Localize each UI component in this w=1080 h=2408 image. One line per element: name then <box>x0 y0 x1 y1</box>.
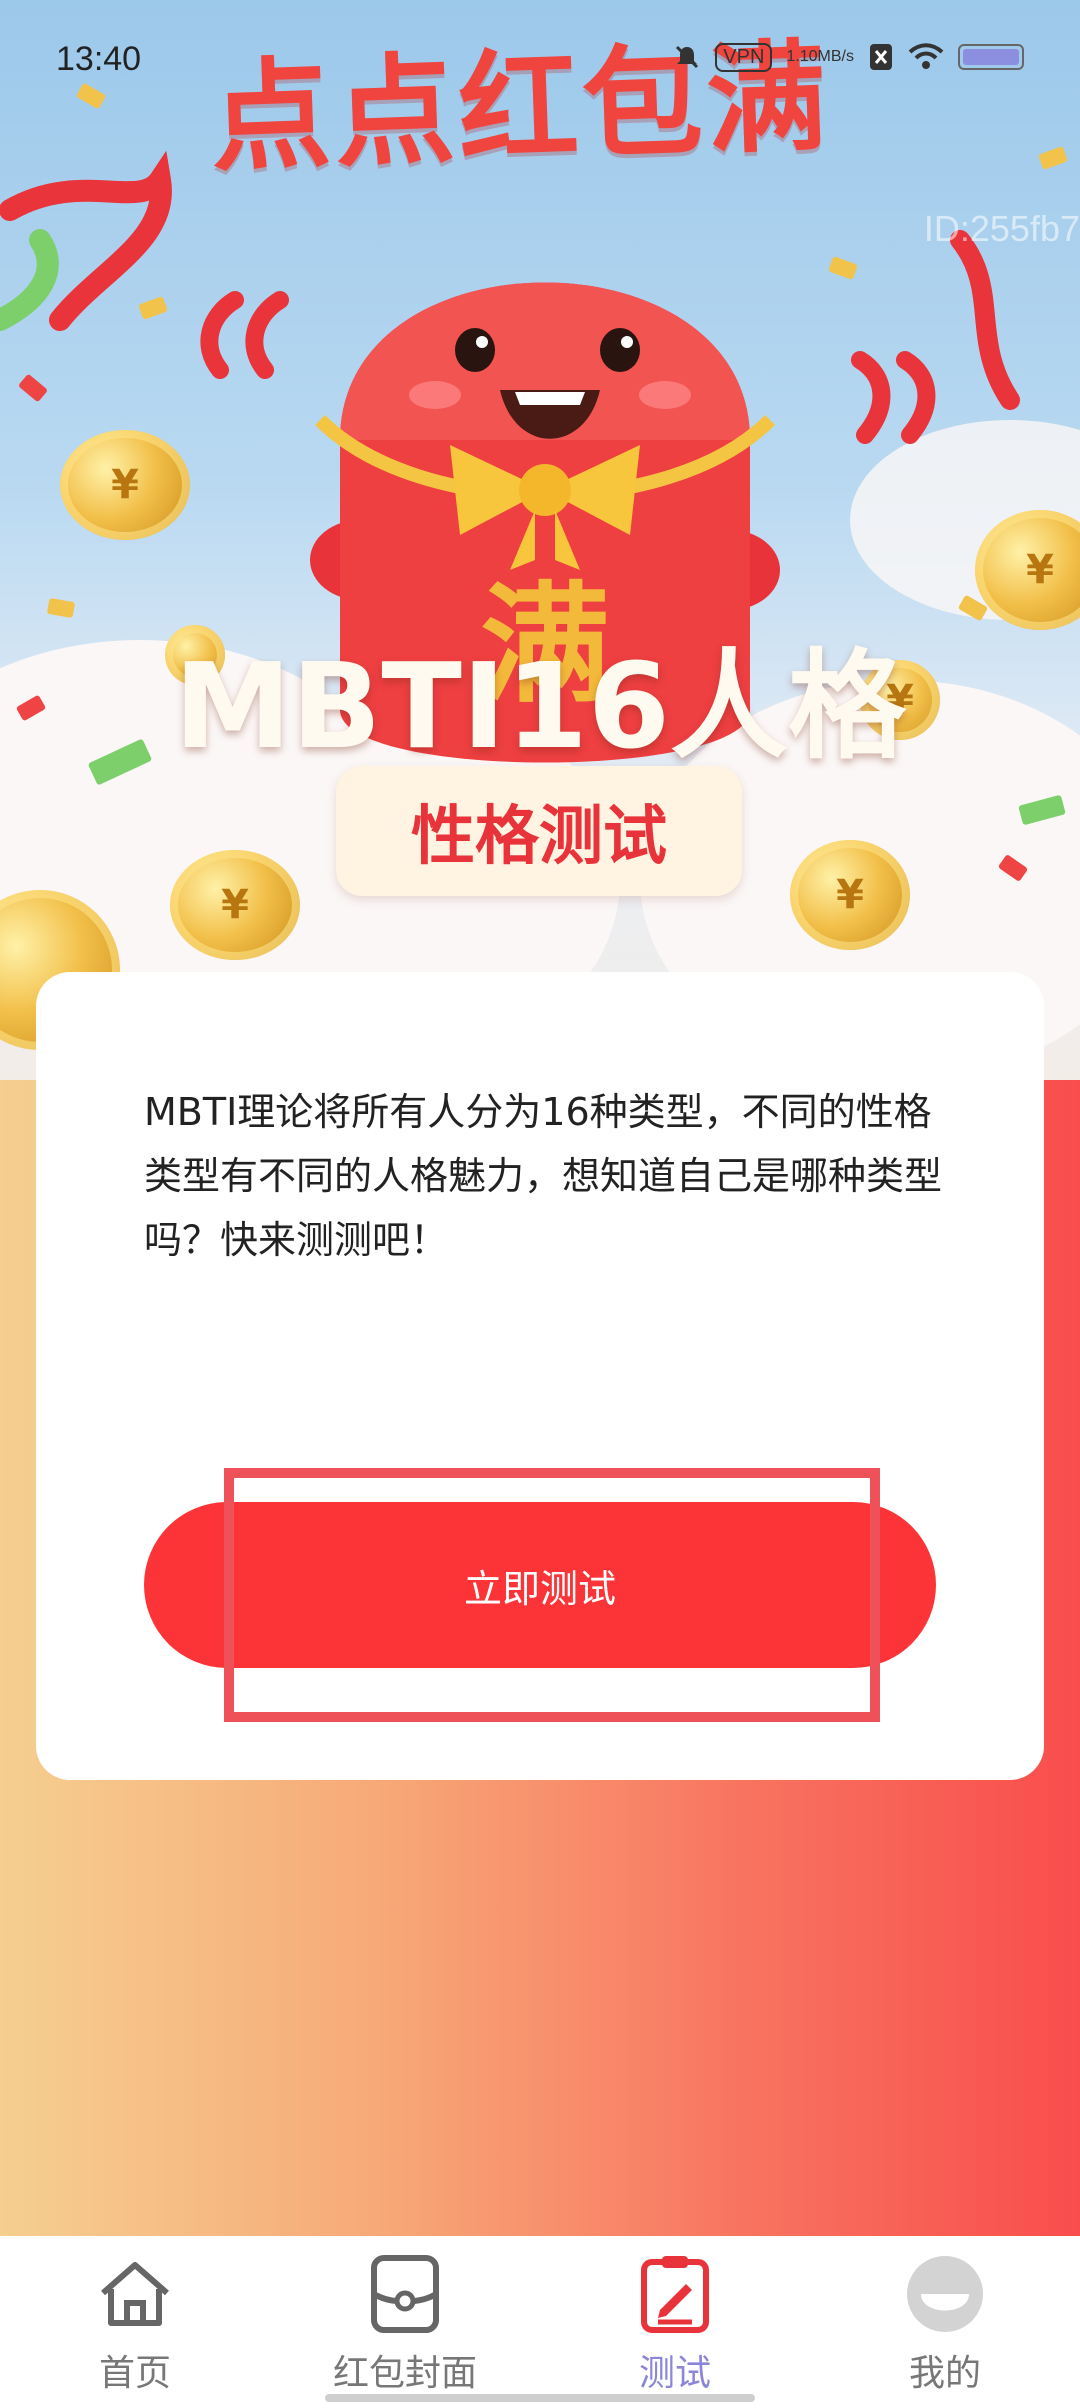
confetti <box>828 256 858 280</box>
test-icon <box>635 2254 715 2334</box>
vpn-icon: VPN <box>715 42 773 72</box>
cover-icon <box>365 2254 445 2334</box>
gesture-bar[interactable] <box>325 2394 755 2402</box>
ribbon <box>0 150 172 331</box>
quote-mark-close <box>851 351 936 444</box>
nav-label-cover: 红包封面 <box>332 2353 477 2394</box>
status-time: 13:40 <box>56 40 142 78</box>
network-speed: 1.10 MB/s <box>786 49 854 65</box>
gold-coin: ¥ <box>790 840 910 950</box>
gold-coin: ¥ <box>60 430 190 540</box>
start-test-button[interactable]: 立即测试 <box>144 1502 936 1668</box>
subtitle-text: 性格测试 <box>411 800 667 874</box>
home-icon <box>95 2254 175 2334</box>
nav-label-profile: 我的 <box>908 2353 981 2394</box>
net-speed-unit: MB/s <box>817 48 854 65</box>
profile-icon <box>905 2254 985 2334</box>
nav-item-cover[interactable]: 红包封面 <box>270 2236 540 2408</box>
nav-item-profile[interactable]: 我的 <box>810 2236 1080 2408</box>
page-title: MBTI16人格 <box>174 637 906 775</box>
bottom-navigation: 首页 红包封面 测试 我的 <box>0 2236 1080 2408</box>
nav-label-home: 首页 <box>98 2353 171 2394</box>
nav-item-test[interactable]: 测试 <box>540 2236 810 2408</box>
mute-icon <box>673 43 701 71</box>
confetti <box>1038 146 1068 170</box>
sim-icon <box>868 42 894 72</box>
battery-icon <box>958 44 1024 70</box>
confetti <box>17 373 49 403</box>
nav-label-test: 测试 <box>638 2353 711 2394</box>
status-icons: VPN 1.10 MB/s <box>673 42 1024 72</box>
net-speed-value: 1.10 <box>786 48 818 65</box>
hero-banner: ¥ ¥ ¥ ¥ ¥ 满 点点红包满 ID:255fb7 MBTI16人格 性格测… <box>0 0 1080 1080</box>
subtitle-badge: 性格测试 <box>336 766 742 896</box>
ribbon <box>950 230 1020 410</box>
status-bar: 13:40 VPN 1.10 MB/s <box>0 0 1080 120</box>
wifi-icon <box>908 43 944 71</box>
gold-coin: ¥ <box>170 850 300 960</box>
id-watermark: ID:255fb7 <box>923 208 1080 249</box>
nav-item-home[interactable]: 首页 <box>0 2236 270 2408</box>
test-description: MBTI理论将所有人分为16种类型，不同的性格类型有不同的人格魅力，想知道自己是… <box>144 1090 943 1262</box>
intro-card: MBTI理论将所有人分为16种类型，不同的性格类型有不同的人格魅力，想知道自己是… <box>36 972 1044 1780</box>
quote-mark-open <box>200 291 289 379</box>
